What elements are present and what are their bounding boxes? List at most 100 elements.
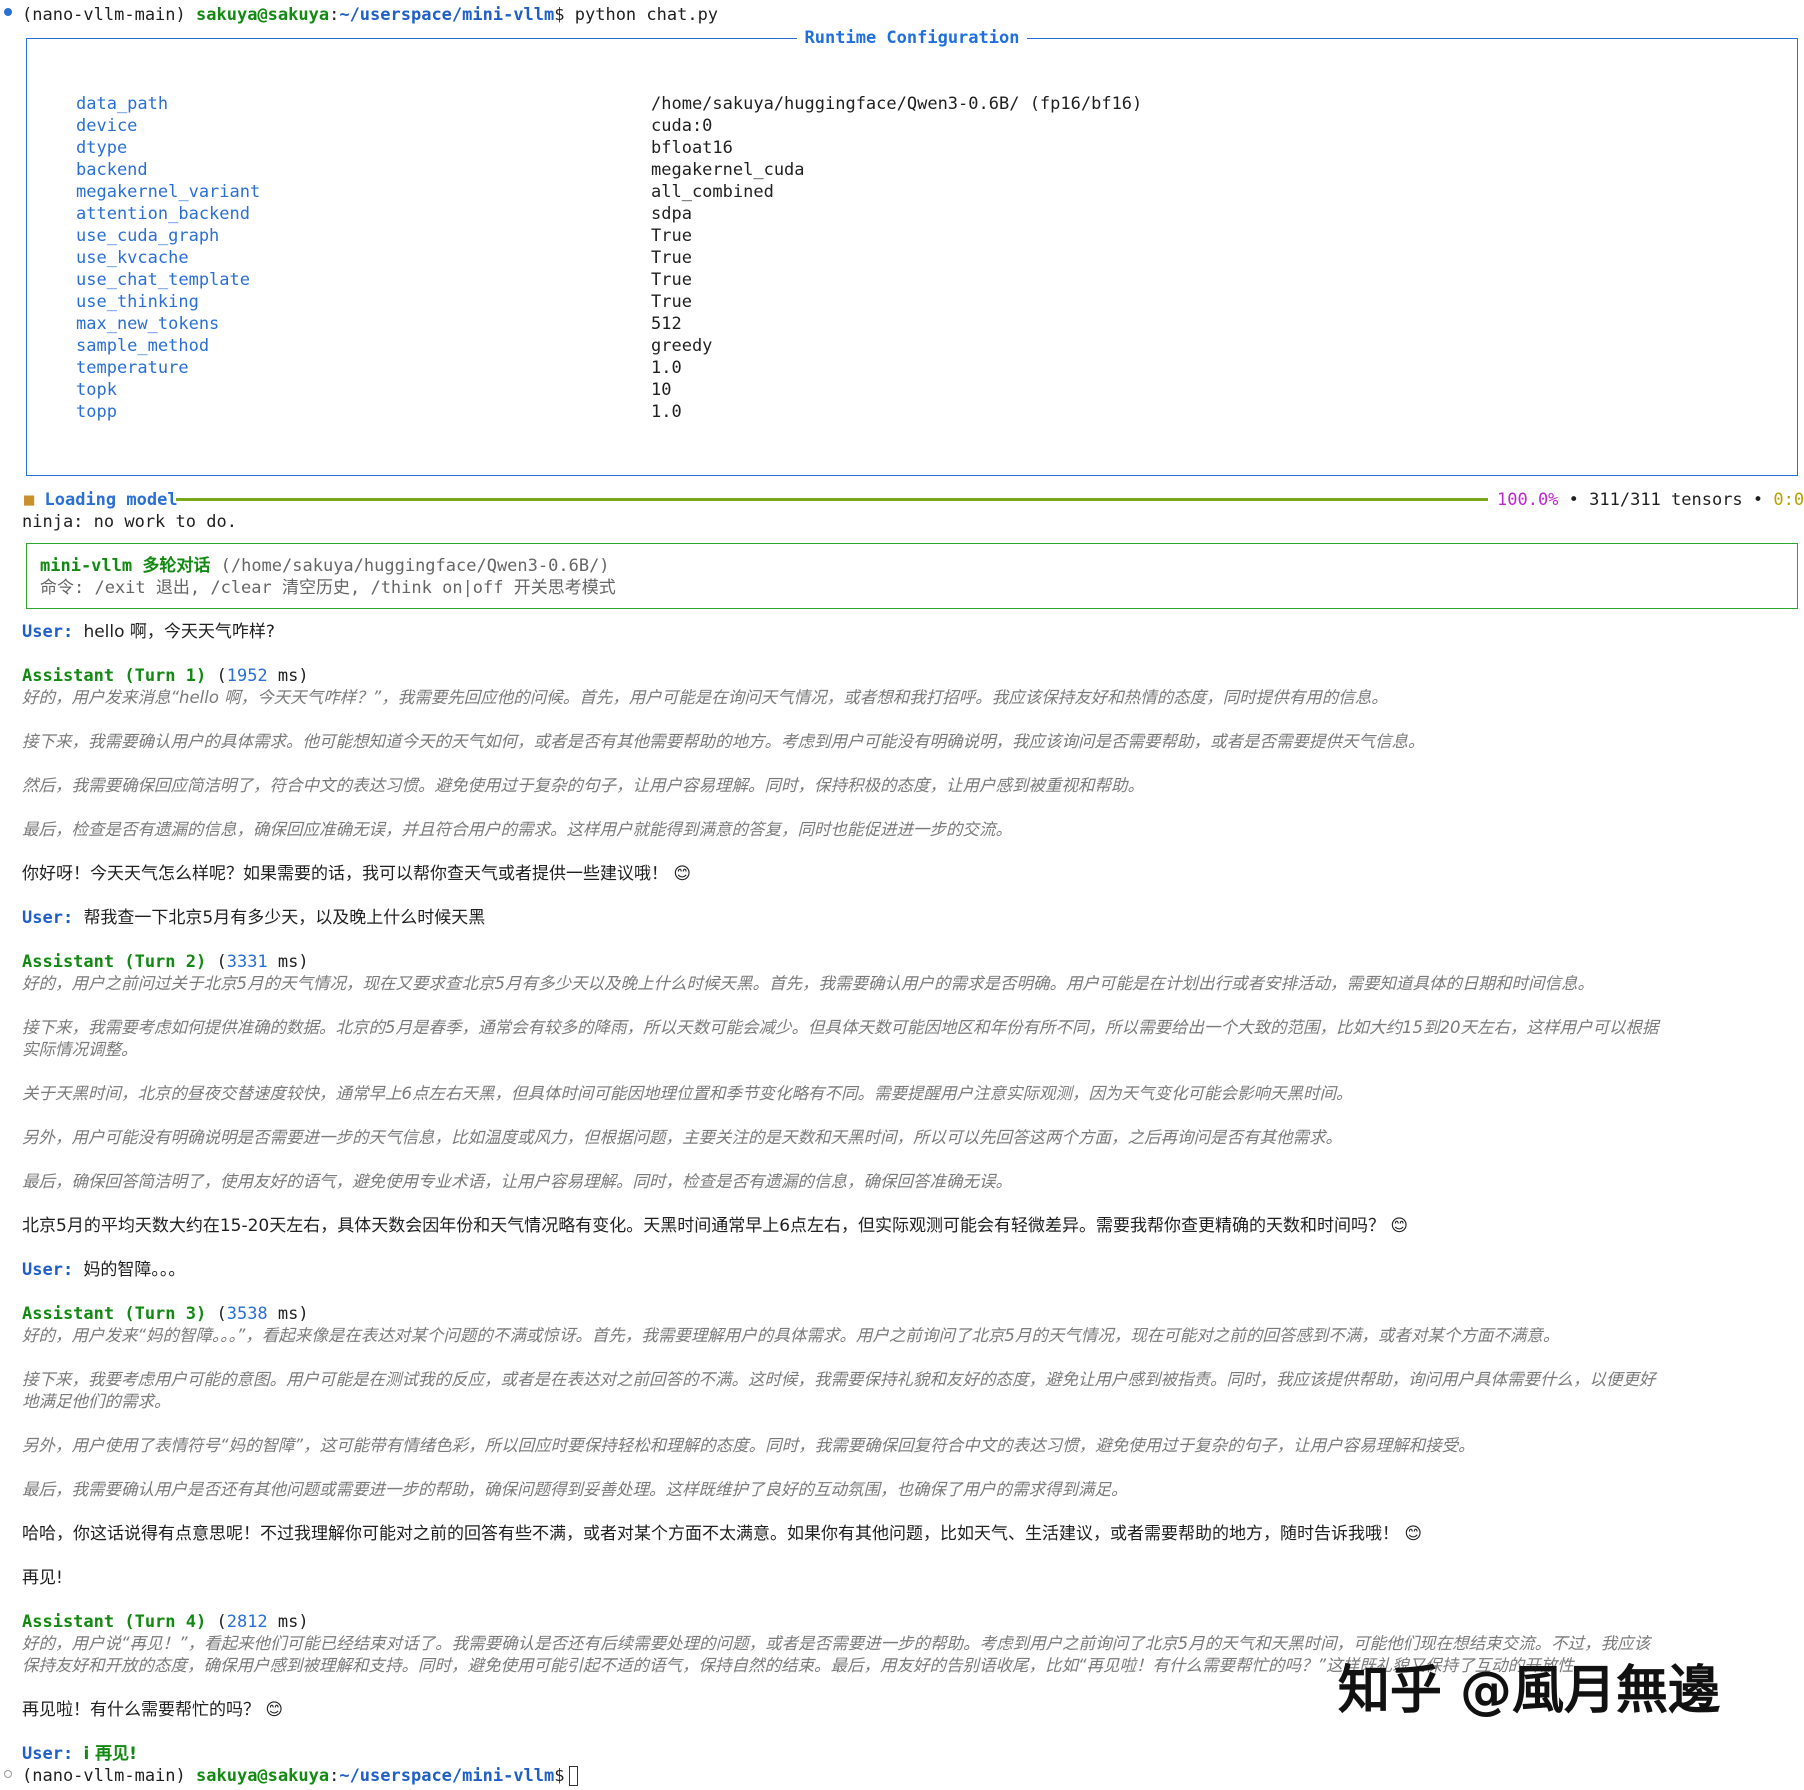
assistant-answer: 北京5月的平均天数大约在15-20天左右，具体天数会因年份和天气情况略有变化。天… xyxy=(22,1216,1409,1236)
thinking-paragraph: 最后，确保回答简洁明了，使用友好的语气，避免使用专业术语，让用户容易理解。同时，… xyxy=(22,1172,1012,1191)
text-cursor[interactable] xyxy=(568,1766,578,1786)
thinking-paragraph: 最后，我需要确认用户是否还有其他问题或需要进一步的帮助，确保问题得到妥善处理。这… xyxy=(22,1480,1128,1499)
loading-tensors: 311/311 tensors xyxy=(1589,490,1743,510)
prompt-command: python chat.py xyxy=(574,5,719,25)
assistant-label: Assistant (Turn 2) xyxy=(22,952,207,972)
watermark: 知乎 @風月無邊 xyxy=(1337,1661,1720,1721)
conda-env: (nano-vllm-main) xyxy=(22,1766,186,1786)
thinking-paragraph: 好的，用户发来“妈的智障。。。”，看起来像是在表达对某个问题的不满或惊讶。首先，… xyxy=(22,1326,1560,1345)
config-value: cuda:0 xyxy=(651,116,713,136)
config-key: use_kvcache xyxy=(76,248,189,268)
package-icon: ■ xyxy=(24,490,35,510)
user-label: User: xyxy=(22,622,74,642)
loading-label: Loading model xyxy=(44,490,178,510)
config-key: topk xyxy=(76,380,117,400)
prompt-suffix: $ xyxy=(554,1766,565,1786)
thinking-paragraph: 好的，用户发来消息“hello 啊，今天天气咋样？”，我需要先回应他的问候。首先… xyxy=(22,688,1388,707)
banner-commands: 命令: /exit 退出, /clear 清空历史, /think on|off… xyxy=(40,578,616,598)
command-prompt-line[interactable]: (nano-vllm-main) sakuya@sakuya:~/userspa… xyxy=(22,1765,578,1787)
thinking-paragraph: 另外，用户使用了表情符号“妈的智障”，这可能带有情绪色彩，所以回应时要保持轻松和… xyxy=(22,1436,1475,1455)
assistant-header: Assistant (Turn 2) (3331 ms) xyxy=(22,952,309,972)
thinking-paragraph: 接下来，我需要确认用户的具体需求。他可能想知道今天的天气如何，或者是否有其他需要… xyxy=(22,732,1425,751)
config-key: max_new_tokens xyxy=(76,314,220,334)
config-key: use_cuda_graph xyxy=(76,226,220,246)
user-label: User: xyxy=(22,1744,74,1764)
command-prompt-line: (nano-vllm-main) sakuya@sakuya:~/userspa… xyxy=(22,5,719,25)
config-value: greedy xyxy=(651,336,713,356)
config-key: sample_method xyxy=(76,336,210,356)
user-message: User: 帮我查一下北京5月有多少天，以及晚上什么时候天黑 xyxy=(22,907,485,929)
assistant-header: Assistant (Turn 3) (3538 ms) xyxy=(22,1304,309,1324)
latency-ms: 2812 xyxy=(226,1612,268,1632)
loading-progress-bar xyxy=(176,498,1488,501)
config-key: megakernel_variant xyxy=(76,182,261,202)
assistant-label: Assistant (Turn 1) xyxy=(22,666,207,686)
config-value: 10 xyxy=(651,380,672,400)
user-message: User: i 再见! xyxy=(22,1743,137,1765)
thinking-paragraph: 好的，用户说“再见！”，看起来他们可能已经结束对话了。我需要确认是否还有后续需要… xyxy=(22,1634,1651,1653)
thinking-paragraph: 接下来，我需要考虑如何提供准确的数据。北京的5月是春季，通常会有较多的降雨，所以… xyxy=(22,1018,1659,1037)
assistant-label: Assistant (Turn 4) xyxy=(22,1612,207,1632)
thinking-paragraph: 接下来，我要考虑用户可能的意图。用户可能是在测试我的反应，或者是在表达对之前回答… xyxy=(22,1370,1656,1389)
config-value: 1.0 xyxy=(651,358,682,378)
config-value: bfloat16 xyxy=(651,138,733,158)
loading-stats: 100.0% • 311/311 tensors • 0:00:00 xyxy=(1497,489,1804,511)
config-key: dtype xyxy=(76,138,128,158)
thinking-paragraph: 另外，用户可能没有明确说明是否需要进一步的天气信息，比如温度或风力，但根据问题，… xyxy=(22,1128,1342,1147)
config-value: 512 xyxy=(651,314,682,334)
assistant-answer: 再见啦！有什么需要帮忙的吗？ 😊 xyxy=(22,1700,284,1720)
assistant-answer: 哈哈，你这话说得有点意思呢！不过我理解你可能对之前的回答有些不满，或者对某个方面… xyxy=(22,1524,1423,1544)
banner-path: (/home/sakuya/huggingface/Qwen3-0.6B/) xyxy=(220,556,610,576)
user-text: 妈的智障。。。 xyxy=(83,1260,186,1280)
thinking-paragraph: 然后，我需要确保回应简洁明了，符合中文的表达习惯。避免使用过于复杂的句子，让用户… xyxy=(22,776,1144,795)
assistant-header: Assistant (Turn 4) (2812 ms) xyxy=(22,1612,309,1632)
thinking-paragraph: 地满足他们的需求。 xyxy=(22,1392,171,1411)
panel-title: Runtime Configuration xyxy=(796,28,1028,48)
latency-ms: 3331 xyxy=(226,952,268,972)
thinking-paragraph: 好的，用户之前问过关于北京5月的天气情况，现在又要求查北京5月有多少天以及晚上什… xyxy=(22,974,1594,993)
config-value: megakernel_cuda xyxy=(651,160,805,180)
thinking-paragraph: 关于天黑时间，北京的昼夜交替速度较快，通常早上6点左右天黑，但具体时间可能因地理… xyxy=(22,1084,1353,1103)
config-key: topp xyxy=(76,402,117,422)
prompt-user: sakuya@sakuya xyxy=(196,1766,330,1786)
conda-env: (nano-vllm-main) xyxy=(22,5,186,25)
config-value: True xyxy=(651,248,692,268)
user-message: User: hello 啊，今天天气咋样? xyxy=(22,621,275,643)
ninja-output: ninja: no work to do. xyxy=(22,512,237,532)
thinking-paragraph: 最后，检查是否有遗漏的信息，确保回应准确无误，并且符合用户的需求。这样用户就能得… xyxy=(22,820,1012,839)
latency-ms: 3538 xyxy=(226,1304,268,1324)
user-text: 再见! xyxy=(22,1568,63,1588)
config-key: data_path xyxy=(76,94,169,114)
status-dot-icon xyxy=(4,1770,12,1778)
assistant-label: Assistant (Turn 3) xyxy=(22,1304,207,1324)
assistant-answer: 你好呀！今天天气怎么样呢？如果需要的话，我可以帮你查天气或者提供一些建议哦！ 😊 xyxy=(22,864,692,884)
latency-ms: 1952 xyxy=(226,666,268,686)
config-key: use_chat_template xyxy=(76,270,250,290)
config-value: /home/sakuya/huggingface/Qwen3-0.6B/ (fp… xyxy=(651,94,1143,114)
user-text: i 再见! xyxy=(83,1744,137,1764)
banner-title-line: mini-vllm 多轮对话 (/home/sakuya/huggingface… xyxy=(40,555,610,577)
user-text: 帮我查一下北京5月有多少天，以及晚上什么时候天黑 xyxy=(83,908,486,928)
config-key: device xyxy=(76,116,138,136)
config-value: True xyxy=(651,270,692,290)
config-key: backend xyxy=(76,160,148,180)
user-message: User: 妈的智障。。。 xyxy=(22,1259,185,1281)
user-label: User: xyxy=(22,908,74,928)
loading-line: ■ Loading model xyxy=(24,489,178,511)
user-label: User: xyxy=(22,1260,74,1280)
loading-percent: 100.0% xyxy=(1497,490,1559,510)
config-value: True xyxy=(651,292,692,312)
thinking-paragraph: 实际情况调整。 xyxy=(22,1040,138,1059)
user-text: hello 啊，今天天气咋样? xyxy=(83,622,275,642)
prompt-path: ~/userspace/mini-vllm xyxy=(339,5,555,25)
config-key: use_thinking xyxy=(76,292,199,312)
config-key: attention_backend xyxy=(76,204,250,224)
config-value: all_combined xyxy=(651,182,774,202)
banner-title: mini-vllm 多轮对话 xyxy=(40,556,211,576)
prompt-path: ~/userspace/mini-vllm xyxy=(339,1766,555,1786)
config-value: True xyxy=(651,226,692,246)
assistant-header: Assistant (Turn 1) (1952 ms) xyxy=(22,666,309,686)
terminal-window[interactable]: (nano-vllm-main) sakuya@sakuya:~/userspa… xyxy=(0,0,1804,1790)
loading-elapsed: 0:00:00 xyxy=(1773,490,1804,510)
config-key: temperature xyxy=(76,358,189,378)
